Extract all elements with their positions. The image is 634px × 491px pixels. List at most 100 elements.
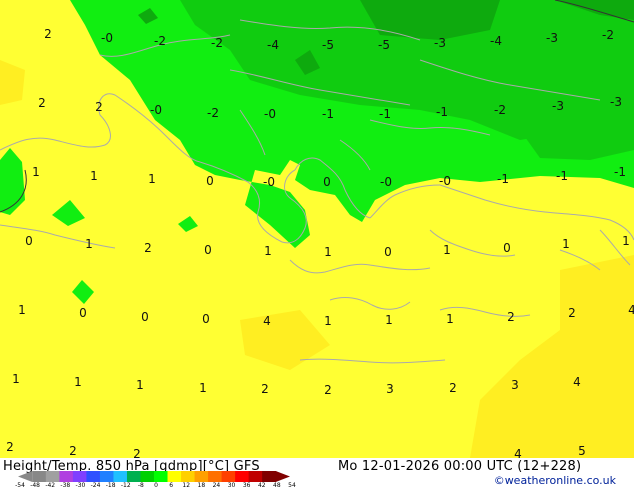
scale-tick-label: 24 [212, 482, 221, 489]
scale-swatch [167, 471, 182, 482]
scale-tick-label: -12 [120, 482, 131, 489]
map-label: 2 [6, 440, 14, 454]
scale-tick-label: 12 [182, 482, 191, 489]
map-label: 1 [562, 237, 570, 251]
map-canvas [0, 0, 634, 458]
scale-tick-label: 18 [197, 482, 206, 489]
map-label: 2 [38, 96, 46, 110]
scale-tick-label: 0 [154, 482, 158, 489]
map-label: 1 [446, 312, 454, 326]
map-label: 3 [511, 378, 519, 392]
scale-tick-label: -8 [137, 482, 144, 489]
scale-swatch [59, 471, 74, 482]
map-label: 1 [443, 243, 451, 257]
map-label: -3 [546, 31, 558, 45]
map-label: 1 [32, 165, 40, 179]
scale-swatch [235, 471, 250, 482]
map-label: 2 [44, 27, 52, 41]
map-label: -2 [154, 34, 166, 48]
map-label: 1 [90, 169, 98, 183]
map-label: -5 [322, 38, 334, 52]
map-label: 1 [199, 381, 207, 395]
map-label: 3 [386, 382, 394, 396]
scale-tick-label: 54 [288, 482, 296, 489]
map-label: 2 [261, 382, 269, 396]
map-label: 0 [25, 234, 33, 248]
map-label: 0 [323, 175, 331, 189]
map-label: -0 [263, 175, 275, 189]
colder-area-east [520, 80, 634, 160]
map-label: 0 [503, 241, 511, 255]
footer-bar: Height/Temp. 850 hPa [gdmp][°C] GFS Mo 1… [0, 458, 634, 490]
scale-tick-label: 36 [242, 482, 251, 489]
map-label: -2 [207, 106, 219, 120]
map-label: 2 [144, 241, 152, 255]
map-label: 2 [324, 383, 332, 397]
map-label: 1 [74, 375, 82, 389]
map-label: -0 [380, 175, 392, 189]
map-label: 4 [573, 375, 581, 389]
map-label: -1 [497, 172, 509, 186]
map-label: 2 [507, 310, 515, 324]
map-label: -1 [436, 105, 448, 119]
scale-swatch [208, 471, 223, 482]
scale-swatch [221, 471, 236, 482]
scale-tick-label: -48 [30, 482, 41, 489]
map-label: 1 [12, 372, 20, 386]
scale-tick-label: -30 [75, 482, 86, 489]
scale-swatch [32, 471, 47, 482]
scale-swatch [99, 471, 114, 482]
map-label: -3 [552, 99, 564, 113]
scale-tick-label: -42 [45, 482, 56, 489]
map-label: 2 [568, 306, 576, 320]
scale-tick-label: 42 [257, 482, 266, 489]
scale-swatch [248, 471, 263, 482]
map-label: 2 [69, 444, 77, 458]
map-label: 1 [324, 314, 332, 328]
map-label: 2 [95, 100, 103, 114]
map-label: -3 [610, 95, 622, 109]
map-label: -4 [267, 38, 279, 52]
map-label: 1 [85, 237, 93, 251]
scale-tick-label: -38 [60, 482, 71, 489]
map-label: 1 [264, 244, 272, 258]
map-label: 0 [384, 245, 392, 259]
scale-arrow-right [275, 471, 290, 482]
map-label: -2 [494, 103, 506, 117]
scale-swatch [126, 471, 141, 482]
map-label: 1 [148, 172, 156, 186]
map-label: -2 [211, 36, 223, 50]
scale-tick-label: -24 [90, 482, 101, 489]
map-label: -0 [150, 103, 162, 117]
map-label: 5 [578, 444, 586, 458]
map-label: -1 [379, 107, 391, 121]
map-label: -1 [614, 165, 626, 179]
scale-swatch [113, 471, 128, 482]
scale-swatch [45, 471, 60, 482]
credit-link[interactable]: ©weatheronline.co.uk [494, 474, 616, 487]
map-label: -0 [439, 174, 451, 188]
map-label: 0 [204, 243, 212, 257]
map-label: -5 [378, 38, 390, 52]
scale-tick-label: -54 [15, 482, 25, 489]
map-label: 4 [628, 303, 634, 317]
map-label: -4 [490, 34, 502, 48]
scale-swatch [194, 471, 209, 482]
map-label: 1 [18, 303, 26, 317]
map-label: 0 [206, 174, 214, 188]
map-label: -1 [322, 107, 334, 121]
map-label: -2 [602, 28, 614, 42]
color-scale [18, 471, 290, 482]
map-label: 0 [141, 310, 149, 324]
map-label: 0 [79, 306, 87, 320]
scale-swatch [262, 471, 277, 482]
map-label: 1 [136, 378, 144, 392]
scale-arrow-left [18, 471, 33, 482]
map-label: -0 [264, 107, 276, 121]
map-label: -1 [556, 169, 568, 183]
scale-swatch [181, 471, 196, 482]
scale-swatch [140, 471, 155, 482]
weather-map: 2 -0 -2 -2 -4 -5 -5 -3 -4 -3 -2 2 2 -0 -… [0, 0, 634, 458]
scale-swatch [72, 471, 87, 482]
scale-tick-label: 6 [169, 482, 174, 489]
